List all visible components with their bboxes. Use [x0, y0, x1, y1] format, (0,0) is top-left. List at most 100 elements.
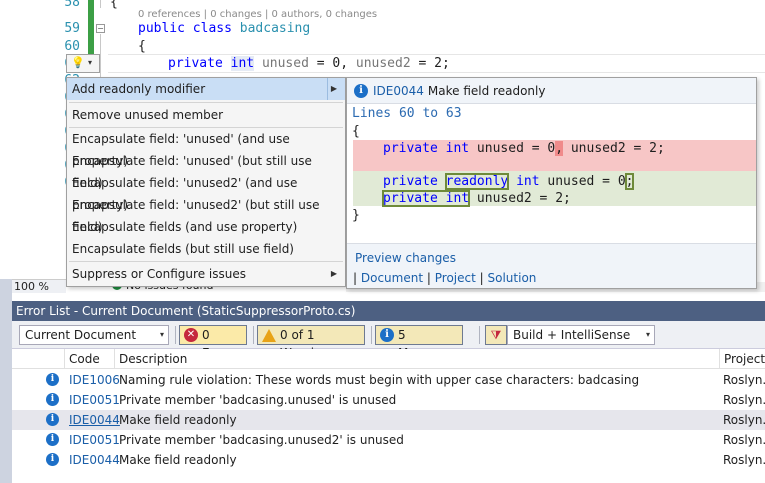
build-source-dropdown[interactable]: Build + IntelliSense ▾ — [507, 325, 655, 345]
info-icon: i — [380, 328, 394, 342]
error-icon: ✕ — [184, 328, 198, 342]
info-icon: i — [46, 433, 59, 446]
collapse-icon[interactable]: − — [96, 24, 105, 33]
preview-changes-link[interactable]: Preview changes — [355, 251, 456, 265]
preview-added-line: private int unused2 = 2; — [381, 190, 571, 207]
menu-item-encapsulate[interactable]: Encapsulate field: 'unused2' (and use pr… — [67, 172, 345, 212]
menu-item-encapsulate[interactable]: Encapsulate field: 'unused2' (but still … — [67, 194, 345, 234]
errors-filter-button[interactable]: ✕0 Errors — [179, 325, 247, 360]
keyword: private — [383, 191, 438, 206]
outline-line — [100, 0, 101, 8]
code-text: unused = 0 — [469, 141, 556, 156]
warnings-filter-button[interactable]: 0 of 1 Warning — [257, 325, 365, 360]
diagnostic-message: Make field readonly — [427, 84, 546, 98]
diagnostic-code-link[interactable]: IDE0051 — [69, 430, 120, 450]
menu-item-encapsulate[interactable]: Encapsulate fields (and use property) — [67, 216, 345, 238]
table-row[interactable]: i IDE0051 Private member 'badcasing.unus… — [12, 390, 765, 410]
table-row[interactable]: i IDE1006 Naming rule violation: These w… — [12, 370, 765, 390]
code-line-61: private int unused = 0, unused2 = 2; — [168, 55, 450, 72]
error-list-title[interactable]: Error List - Current Document (StaticSup… — [12, 301, 765, 321]
table-row[interactable]: i IDE0044 Make field readonly Roslyn.S — [12, 410, 765, 430]
added-text: ; — [624, 173, 635, 190]
code-text: = 0, — [308, 56, 356, 71]
diagnostic-code-link[interactable]: IDE0051 — [69, 390, 120, 410]
change-preview-panel: i IDE0044 Make field readonly Lines 60 to… — [346, 77, 757, 289]
line-number: 59 — [64, 21, 80, 36]
added-segment: private int — [381, 190, 471, 207]
preview-header: i IDE0044 Make field readonly — [347, 78, 756, 104]
code-text: unused2 = 2; — [563, 141, 665, 156]
column-header-description[interactable]: Description — [114, 349, 719, 369]
info-icon: i — [46, 453, 59, 466]
preview-added-line: private readonly int unused = 0; — [383, 173, 635, 190]
diagnostic-description: Make field readonly — [119, 453, 237, 467]
messages-filter-button[interactable]: i5 Messages — [375, 325, 463, 360]
diagnostic-description: Naming rule violation: These words must … — [119, 373, 640, 387]
column-header-project[interactable]: Project — [719, 349, 765, 369]
lightbulb-button[interactable]: 💡 ▾ — [66, 54, 100, 73]
menu-separator — [69, 102, 343, 103]
dropdown-value: Current Document — [25, 328, 137, 342]
menu-item-encapsulate[interactable]: Encapsulate field: 'unused' (but still u… — [67, 150, 345, 190]
codelens-info[interactable]: 0 references | 0 changes | 0 authors, 0 … — [138, 9, 377, 20]
diagnostic-code-link[interactable]: IDE0044 — [69, 450, 120, 470]
keyword: private — [168, 56, 223, 71]
keyword: int — [516, 174, 540, 189]
quick-actions-menu: Add readonly modifier ▶ Remove unused me… — [66, 77, 346, 287]
menu-item-encapsulate[interactable]: Encapsulate fields (but still use field) — [67, 238, 345, 260]
column-header-code[interactable]: Code — [64, 349, 114, 369]
diagnostic-project: Roslyn.S — [723, 393, 765, 407]
dropdown-value: Build + IntelliSense — [513, 328, 631, 342]
menu-item-remove-unused[interactable]: Remove unused member — [67, 104, 345, 126]
keyword: int — [445, 191, 470, 206]
info-icon: i — [46, 413, 59, 426]
table-row[interactable]: i IDE0044 Make field readonly Roslyn.S — [12, 450, 765, 470]
menu-item-label: Suppress or Configure issues — [72, 267, 246, 281]
warning-icon — [262, 329, 276, 342]
keyword: private — [383, 141, 438, 156]
line-number: 58 — [64, 0, 80, 10]
diagnostic-project: Roslyn.S — [723, 453, 765, 467]
field-name: unused2 — [355, 56, 411, 71]
toolbar-separator — [175, 326, 176, 344]
diagnostic-description: Make field readonly — [119, 413, 237, 427]
added-keyword: readonly — [444, 173, 510, 190]
fix-all-project-link[interactable]: Project — [435, 271, 476, 285]
chevron-right-icon: ▶ — [330, 269, 337, 278]
keyword: class — [192, 21, 232, 36]
toolbar-separator — [371, 326, 372, 344]
keyword: int — [230, 56, 255, 71]
info-icon: i — [354, 84, 368, 98]
code-text: unused2 = 2; — [469, 191, 571, 206]
chevron-down-icon: ▾ — [159, 330, 164, 339]
scope-dropdown[interactable]: Current Document ▾ — [19, 325, 169, 345]
preview-removed-line: private int unused = 0, unused2 = 2; — [383, 140, 665, 157]
diagnostic-code-link[interactable]: IDE0044 — [69, 410, 120, 430]
fix-all-solution-link[interactable]: Solution — [488, 271, 537, 285]
code-line-60: { — [138, 39, 146, 54]
diagnostic-id-link[interactable]: IDE0044 — [373, 84, 424, 98]
info-icon: i — [46, 373, 59, 386]
menu-item-suppress[interactable]: Suppress or Configure issues ▶ — [67, 263, 345, 285]
menu-item-encapsulate[interactable]: Encapsulate field: 'unused' (and use pro… — [67, 128, 345, 168]
preview-code-line: } — [352, 208, 360, 223]
error-list-header: Code Description Project — [12, 349, 765, 369]
field-name: unused — [261, 56, 309, 71]
keyword: private — [383, 174, 438, 189]
preview-footer: Preview changes | Document | Project | S… — [347, 243, 756, 288]
toolbar-separator — [479, 326, 480, 344]
removed-text: , — [555, 141, 564, 156]
diagnostic-code-link[interactable]: IDE1006 — [69, 370, 120, 390]
separator: | — [426, 271, 431, 285]
preview-line-range: Lines 60 to 63 — [352, 106, 462, 121]
menu-item-label: Add readonly modifier — [72, 82, 206, 96]
code-line-58: { — [110, 0, 118, 10]
menu-item-add-readonly[interactable]: Add readonly modifier ▶ — [67, 78, 345, 100]
zoom-level[interactable]: 100 % — [12, 279, 66, 293]
table-row[interactable]: i IDE0051 Private member 'badcasing.unus… — [12, 430, 765, 450]
filter-icon[interactable]: ⧩ — [485, 325, 507, 345]
separator: | — [479, 271, 484, 285]
separator: | — [353, 271, 358, 285]
code-text: unused = 0 — [539, 174, 626, 189]
fix-all-document-link[interactable]: Document — [361, 271, 423, 285]
